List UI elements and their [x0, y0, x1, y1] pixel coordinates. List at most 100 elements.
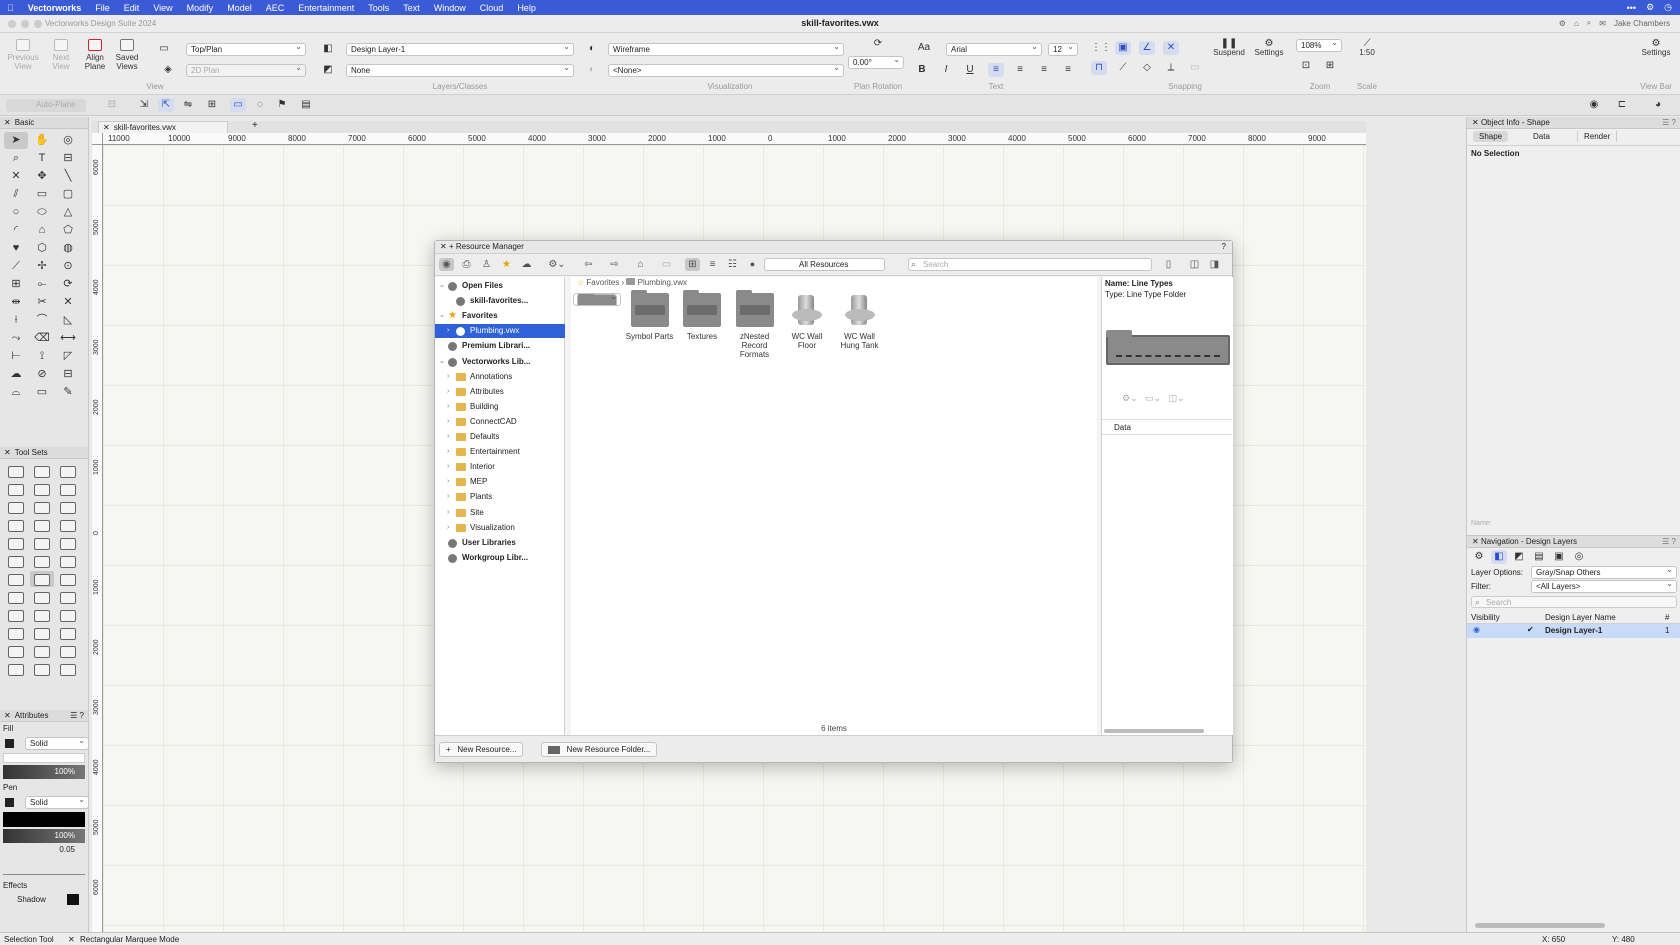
attribute-mapping-tool[interactable]: ✢: [30, 258, 54, 275]
resource-search-input[interactable]: Search: [908, 258, 1152, 271]
folder-up-icon[interactable]: ▭: [659, 258, 674, 271]
person-icon[interactable]: ♙: [479, 258, 494, 271]
thumbnail-view-icon[interactable]: ⊞: [685, 258, 700, 271]
view-bar-settings-button[interactable]: ⚙ Settings: [1636, 39, 1676, 58]
new-tab-button[interactable]: +: [252, 120, 258, 131]
toolset-entertainment[interactable]: [4, 661, 28, 677]
pen-preview[interactable]: [3, 812, 85, 827]
mode-icon[interactable]: ⊟: [104, 98, 120, 112]
rounded-rectangle-tool[interactable]: ▢: [56, 186, 80, 203]
tree-item[interactable]: › Entertainment: [435, 445, 565, 459]
tree-item[interactable]: › Plants: [435, 490, 565, 504]
snap-settings-button[interactable]: ⚙ Settings: [1250, 39, 1288, 58]
vertical-ruler[interactable]: 6000 5000 4000 3000 2000 1000 0 1000 2000 3000 400…: [92, 145, 103, 932]
clock-icon[interactable]: ◷: [1664, 2, 1672, 13]
spiral-tool[interactable]: ◍: [56, 240, 80, 257]
toolset-furniture[interactable]: [56, 481, 80, 497]
mode-lasso-icon[interactable]: ◌: [252, 98, 268, 112]
visualization-select[interactable]: <None>: [608, 64, 844, 77]
render-mode-icon[interactable]: ◐: [584, 42, 600, 56]
toolset-building[interactable]: [4, 481, 28, 497]
eye-icon[interactable]: ◉: [1473, 625, 1480, 634]
toolset-hvac[interactable]: [56, 589, 80, 605]
align-right-button[interactable]: ≡: [1036, 63, 1052, 77]
nav-sheet-layers-icon[interactable]: ▤: [1531, 550, 1547, 564]
tree-item[interactable]: ⌄ ★ Favorites: [435, 309, 565, 323]
toolset-detailing[interactable]: [56, 463, 80, 479]
eraser-tool[interactable]: ⌫: [30, 330, 54, 347]
tree-item[interactable]: skill-favorites...: [435, 294, 565, 308]
tree-item[interactable]: › Attributes: [435, 385, 565, 399]
cloud-icon[interactable]: ☁: [519, 258, 534, 271]
triangle-tool[interactable]: △: [56, 204, 80, 221]
menu-text[interactable]: Text: [396, 3, 427, 13]
fill-color-swatch[interactable]: [5, 739, 14, 748]
measure-tool[interactable]: ⟷: [56, 330, 80, 347]
toolset-piping[interactable]: [4, 589, 28, 605]
text-style-icon[interactable]: Aa: [916, 41, 932, 55]
menu-app-vectorworks[interactable]: Vectorworks: [21, 3, 89, 13]
pen-style-select[interactable]: Solid: [25, 796, 89, 809]
circle-tool[interactable]: ○: [4, 204, 28, 221]
zoom-select[interactable]: 108%: [1296, 39, 1342, 52]
new-resource-button[interactable]: + New Resource...: [439, 742, 524, 757]
toolset-electrical[interactable]: [30, 589, 54, 605]
help-icon[interactable]: ☰ ?: [70, 711, 84, 720]
tab-render[interactable]: Render: [1577, 131, 1618, 142]
resource-item[interactable]: WC Wall Hung Tank: [836, 293, 884, 350]
snap-object-icon[interactable]: ▣: [1115, 41, 1131, 55]
protractor-tool[interactable]: ⊘: [30, 366, 54, 383]
tape-measure-tool[interactable]: ⊟: [56, 366, 80, 383]
tree-item[interactable]: ⌄ Vectorworks Lib...: [435, 355, 565, 369]
resource-type-filter[interactable]: All Resources: [764, 258, 885, 271]
eyedropper-tool[interactable]: ⟋: [4, 258, 28, 275]
menu-file[interactable]: File: [88, 3, 117, 13]
resource-item[interactable]: zNested Record Formats: [731, 290, 779, 359]
snap-distance-icon[interactable]: ⊓: [1091, 61, 1107, 75]
view-icon[interactable]: ▭: [156, 42, 172, 56]
toolset-slabs[interactable]: [30, 517, 54, 533]
help-icon[interactable]: ?: [1222, 242, 1226, 251]
scale-button[interactable]: ⟋ 1:50: [1352, 39, 1382, 58]
justify-button[interactable]: ≡: [1060, 63, 1076, 77]
snap-angle-icon[interactable]: ∠: [1139, 41, 1155, 55]
snap-point-icon[interactable]: ◇: [1139, 61, 1155, 75]
bold-button[interactable]: B: [914, 63, 930, 77]
plan-rotation-icon[interactable]: ⟳: [870, 37, 886, 51]
tree-item[interactable]: › Annotations: [435, 370, 565, 384]
symbol-insertion-tool[interactable]: ✕: [4, 168, 28, 185]
reshape-tool[interactable]: ⟜: [30, 276, 54, 293]
chevron-right-icon[interactable]: ›: [447, 385, 449, 399]
menu-cloud[interactable]: Cloud: [473, 3, 511, 13]
snap-tangent-icon[interactable]: ⟋: [1115, 61, 1131, 75]
tree-item[interactable]: Workgroup Libr...: [435, 551, 565, 565]
toolset-structural[interactable]: [56, 607, 80, 623]
close-icon[interactable]: ✕: [4, 118, 11, 127]
clip-tool[interactable]: ⤳: [4, 330, 28, 347]
revision-cloud-tool[interactable]: ☁: [4, 366, 28, 383]
visualization-icon[interactable]: ◐: [584, 63, 600, 77]
chevron-down-icon[interactable]: ⌄: [439, 309, 445, 323]
resource-item[interactable]: Line Types: [573, 293, 621, 306]
search-icon[interactable]: ⌕: [1587, 18, 1591, 28]
toolset-site-modeling[interactable]: [30, 499, 54, 515]
toolset-racks[interactable]: [56, 625, 80, 641]
toolset-audio[interactable]: [56, 553, 80, 569]
nav-classes-icon[interactable]: ◩: [1511, 550, 1527, 564]
breadcrumb-favorites[interactable]: Favorites: [586, 278, 619, 287]
stake-tool[interactable]: ⌓: [4, 384, 28, 401]
horizontal-ruler[interactable]: 11000 10000 9000 8000 7000 6000 5000 4000 3000 20…: [103, 133, 1366, 145]
resource-item[interactable]: Textures: [678, 290, 726, 341]
pan-tool[interactable]: ✋: [30, 132, 54, 149]
forward-arrow-icon[interactable]: ⇨: [607, 258, 622, 271]
previous-view-button[interactable]: Previous View: [6, 39, 40, 71]
double-line-tool[interactable]: ⫽: [4, 186, 28, 203]
fit-to-window-icon[interactable]: ⊡: [1298, 59, 1314, 73]
offset-tool[interactable]: ⊞: [4, 276, 28, 293]
toolset-doors[interactable]: [56, 517, 80, 533]
mode-flag-icon[interactable]: ⚑: [274, 98, 290, 112]
tree-item[interactable]: User Libraries: [435, 536, 565, 550]
layers-icon[interactable]: ◧: [320, 42, 336, 56]
table-row[interactable]: ◉ ✔ Design Layer-1 1: [1467, 624, 1680, 638]
menu-model[interactable]: Model: [220, 3, 259, 13]
